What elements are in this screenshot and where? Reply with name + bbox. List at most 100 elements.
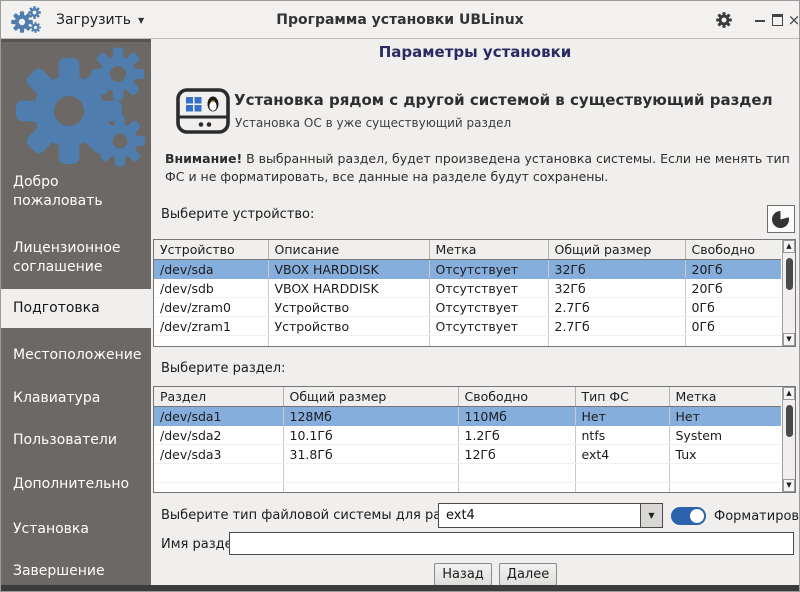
sidebar-item-3[interactable]: Подготовка [1, 289, 151, 328]
warning-text: Внимание! В выбранный раздел, будет прои… [165, 150, 792, 186]
table-cell: ntfs [575, 425, 670, 445]
table-cell: Отсутствует [429, 259, 549, 279]
empty-row [154, 335, 781, 346]
vertical-scrollbar[interactable]: ▲ ▼ [782, 387, 795, 492]
column-header: Устройство [154, 240, 269, 260]
column-header: Тип ФС [575, 387, 670, 407]
table-cell: Tux [669, 444, 781, 464]
window-bottom-edge [1, 585, 799, 591]
table-row[interactable]: /dev/sdb VBOX HARDDISK Отсутствует 32Гб 20Гб [154, 278, 781, 298]
pie-chart-icon [772, 210, 789, 228]
table-row[interactable]: /dev/zram0 Устройство Отсутствует 2.7Гб 0Гб [154, 297, 781, 317]
close-button[interactable]: × [785, 1, 800, 39]
table-cell: Отсутствует [429, 316, 549, 336]
format-toggle[interactable] [671, 507, 706, 525]
sidebar-item-4[interactable]: Местоположение [13, 346, 147, 365]
column-header: Свободно [685, 240, 781, 260]
sidebar-item-2[interactable]: Лицензионное соглашение [13, 239, 147, 277]
page-title: Параметры установки [378, 43, 572, 61]
data-grid: Устройство Описание Метка Общий размер Свобо… [154, 240, 781, 346]
table-cell: 12Гб [458, 444, 576, 464]
back-button[interactable]: Назад [434, 563, 492, 586]
table-cell: 1.2Гб [458, 425, 576, 445]
warning-bold: Внимание! [165, 151, 243, 166]
minimize-button[interactable] [751, 1, 769, 39]
sidebar-item-6[interactable]: Пользователи [13, 431, 147, 450]
titlebar: Загрузить ▼ Программа установки UBLinux … [1, 1, 799, 39]
sidebar: Добро пожаловать Лицензионное соглашение П… [1, 39, 151, 591]
maximize-icon [771, 14, 783, 26]
installer-window: Загрузить ▼ Программа установки UBLinux … [0, 0, 800, 592]
sidebar-item-9[interactable]: Завершение [13, 562, 147, 581]
column-header: Общий размер [548, 240, 686, 260]
column-header: Описание [268, 240, 430, 260]
load-button-label: Загрузить [56, 12, 132, 28]
pie-chart-button[interactable] [767, 205, 795, 233]
fs-type-dropdown[interactable]: ext4 ▼ [438, 503, 663, 528]
table-cell: 2.7Гб [548, 316, 686, 336]
table-cell: Отсутствует [429, 297, 549, 317]
column-header: Метка [669, 387, 781, 407]
scroll-thumb[interactable] [785, 405, 793, 437]
table-row[interactable]: /dev/sda1 128Мб 110Мб Нет Нет [154, 406, 781, 426]
scroll-thumb[interactable] [785, 258, 793, 290]
vertical-scrollbar[interactable]: ▲ ▼ [782, 240, 795, 346]
empty-row [154, 463, 781, 483]
data-grid: Раздел Общий размер Свободно Тип ФС Метка/de… [154, 387, 781, 492]
option-heading: Установка рядом с другой системой в суще… [234, 91, 773, 109]
partition-table: Раздел Общий размер Свободно Тип ФС Метка/de… [153, 386, 796, 493]
table-cell: Устройство [268, 316, 430, 336]
toggle-knob [690, 509, 704, 523]
maximize-button[interactable] [768, 1, 786, 39]
next-button[interactable]: Далее [499, 563, 557, 586]
table-cell: VBOX HARDDISK [268, 259, 430, 279]
column-header: Общий размер [283, 387, 459, 407]
sidebar-item-7[interactable]: Дополнительно [13, 475, 147, 494]
format-toggle-label: Форматировать [714, 509, 800, 524]
table-row[interactable]: /dev/sda2 10.1Гб 1.2Гб ntfs System [154, 425, 781, 445]
device-table-label: Выберите устройство: [161, 207, 315, 222]
table-cell: /dev/sda1 [154, 406, 284, 426]
table-cell: Устройство [268, 297, 430, 317]
column-header: Свободно [458, 387, 576, 407]
table-row[interactable]: /dev/zram1 Устройство Отсутствует 2.7Гб 0Гб [154, 316, 781, 336]
table-cell: 110Мб [458, 406, 576, 426]
table-cell: /dev/sda [154, 259, 269, 279]
close-icon: × [787, 11, 800, 29]
table-cell: 0Гб [685, 316, 781, 336]
table-cell: 20Гб [685, 278, 781, 298]
partition-name-input[interactable] [229, 532, 794, 555]
scroll-down-icon[interactable]: ▼ [783, 333, 795, 346]
table-row[interactable]: /dev/sda3 31.8Гб 12Гб ext4 Tux [154, 444, 781, 464]
column-header: Метка [429, 240, 549, 260]
table-cell: /dev/sda2 [154, 425, 284, 445]
table-cell: ext4 [575, 444, 670, 464]
sidebar-item-8[interactable]: Установка [13, 520, 147, 539]
table-row[interactable]: /dev/sda VBOX HARDDISK Отсутствует 32Гб 20Гб [154, 259, 781, 279]
minimize-icon [755, 20, 765, 22]
option-subheading: Установка ОС в уже существующий раздел [235, 116, 512, 130]
table-cell: /dev/sda3 [154, 444, 284, 464]
scroll-up-icon[interactable]: ▲ [783, 387, 795, 400]
load-button[interactable]: Загрузить ▼ [56, 1, 144, 39]
table-cell: VBOX HARDDISK [268, 278, 430, 298]
chevron-down-icon[interactable]: ▼ [640, 504, 662, 527]
settings-gear-icon[interactable] [715, 11, 733, 29]
device-table: Устройство Описание Метка Общий размер Свобо… [153, 239, 796, 347]
table-cell: 10.1Гб [283, 425, 459, 445]
table-cell: 0Гб [685, 297, 781, 317]
table-cell: 32Гб [548, 278, 686, 298]
table-cell: Нет [669, 406, 781, 426]
sidebar-item-5[interactable]: Клавиатура [13, 389, 147, 408]
fs-type-value: ext4 [446, 508, 475, 523]
warning-rest: В выбранный раздел, будет произведена ус… [165, 151, 790, 185]
scroll-up-icon[interactable]: ▲ [783, 240, 795, 253]
sidebar-item-1[interactable]: Добро пожаловать [13, 173, 147, 211]
table-cell: Нет [575, 406, 670, 426]
table-cell: System [669, 425, 781, 445]
table-cell: 32Гб [548, 259, 686, 279]
gears-graphic-icon [16, 47, 145, 167]
scroll-down-icon[interactable]: ▼ [783, 479, 795, 492]
table-cell: 31.8Гб [283, 444, 459, 464]
app-gears-icon [11, 6, 41, 33]
